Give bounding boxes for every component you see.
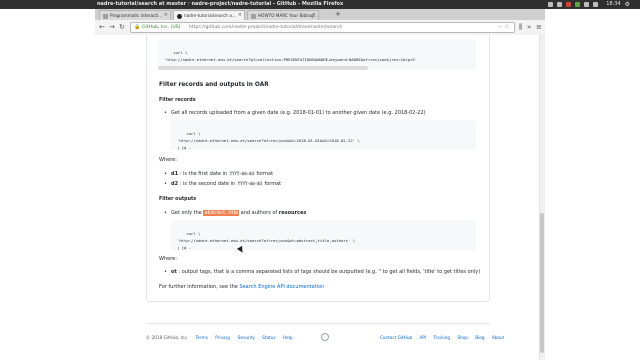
system-tray: 18:34 ⚙ [548, 0, 630, 9]
footer-link-security[interactable]: Security [238, 335, 255, 340]
param-name: d1 [171, 171, 179, 177]
search-api-docs-link[interactable]: Search Engine API documentation [239, 284, 324, 290]
page-scrollbar[interactable] [539, 35, 545, 360]
where-label: Where: [159, 157, 177, 163]
close-icon[interactable]: × [238, 11, 242, 20]
code-block-output-tags: curl \ 'http://nadre.ethernet.edu.et/sea… [171, 220, 476, 250]
code-block-date-range: curl \ 'http://nadre.ethernet.edu.et/sea… [171, 120, 476, 150]
new-tab-button[interactable]: + [335, 10, 341, 19]
footer-link-api[interactable]: API [419, 335, 426, 340]
param-text: : is the second date in [179, 181, 236, 187]
bookmark-star-icon[interactable]: ⋯☆ [498, 23, 511, 32]
close-icon[interactable]: × [164, 11, 168, 20]
footer-link-training[interactable]: Training [433, 335, 450, 340]
overflow-chevron-icon[interactable]: » [527, 23, 531, 32]
browser-chrome: Programmatic interacti... × nadre-tutori… [95, 9, 545, 35]
mail-icon[interactable] [557, 2, 563, 7]
list-item: d1 : is the first date in YYYY-mm-dd for… [164, 171, 274, 177]
volume-icon[interactable] [593, 2, 599, 7]
param-text: format [256, 171, 274, 177]
footer-divider [146, 323, 490, 324]
footer-link-status[interactable]: Status [262, 335, 275, 340]
footer-link-terms[interactable]: Terms [196, 335, 208, 340]
param-text: format [264, 181, 282, 187]
reload-icon[interactable]: ↻ [119, 23, 125, 32]
param-name: d2 [171, 181, 179, 187]
tab-favicon-icon [251, 13, 256, 19]
param-text: : is the first date in [179, 171, 228, 177]
further-info: For further information, see the Search … [159, 284, 324, 290]
gear-icon[interactable]: ⚙ [625, 0, 630, 9]
copyright: © 2018 GitHub, Inc. [146, 335, 189, 340]
list-item: Get all records uploaded from a given da… [164, 110, 426, 116]
scrollbar-thumb[interactable] [540, 213, 544, 353]
list-item: d2 : is the second date in YYYY-mm-dd fo… [164, 181, 282, 187]
window-title: nadre-tutorial/search at master · nadre-… [97, 1, 344, 7]
param-text: : output tags, that is a comma separated… [178, 269, 481, 275]
github-octocat-icon[interactable] [321, 333, 329, 341]
page-viewport: curl \ 'http://nadre.ethernet.edu.et/sea… [95, 35, 545, 360]
battery-icon[interactable] [584, 2, 590, 7]
github-icon [177, 13, 182, 19]
readme-container [146, 35, 490, 302]
alert-icon[interactable] [566, 2, 572, 7]
bullet-text: Get only the [171, 210, 202, 216]
list-item: Get only the abstract, title and authors… [164, 210, 307, 216]
bullet-bold-text: resources [278, 210, 307, 216]
further-text: For further information, see the [159, 284, 238, 290]
site-identity[interactable]: GitHub, Inc. (US) [142, 23, 180, 32]
footer-link-contact[interactable]: Contact GitHub [380, 335, 412, 340]
tab-nadre-search[interactable]: nadre-tutorial/search a... × [173, 10, 245, 20]
tab-howto-marc[interactable]: HOWTO MARC Your Bibliog... × [247, 10, 319, 20]
subheading-filter-records: Filter records [159, 98, 196, 103]
forward-icon[interactable]: → [109, 23, 115, 32]
code-scrollbar[interactable] [158, 66, 368, 70]
code-block-search-collection: curl \ 'http://nadre.ethernet.edu.et/sea… [158, 39, 476, 70]
tab-label: nadre-tutorial/search a... [184, 13, 236, 18]
footer-link-blog[interactable]: Blog [475, 335, 484, 340]
back-icon[interactable]: ← [99, 23, 105, 32]
close-icon[interactable]: × [312, 11, 316, 20]
tab-strip: Programmatic interacti... × nadre-tutori… [95, 9, 545, 20]
footer-link-help[interactable]: Help [283, 335, 293, 340]
footer-right: Contact GitHub API Training Shop Blog Ab… [380, 335, 504, 340]
code-text: curl \ 'http://nadre.ethernet.edu.et/sea… [177, 131, 360, 150]
footer-link-privacy[interactable]: Privacy [215, 335, 230, 340]
footer-link-about[interactable]: About [492, 335, 504, 340]
footer-left: © 2018 GitHub, Inc. Terms Privacy Securi… [146, 335, 293, 340]
bullet-text: Get all records uploaded from a given da… [171, 110, 426, 116]
tab-label: Programmatic interacti... [110, 13, 163, 18]
url-text[interactable]: https://github.com/nadre-project/nadre-t… [189, 23, 342, 32]
list-item: ot : output tags, that is a comma separa… [164, 269, 481, 275]
bullet-text: and authors of [240, 210, 278, 216]
tab-programmatic[interactable]: Programmatic interacti... × [99, 10, 171, 20]
footer-link-shop[interactable]: Shop [457, 335, 468, 340]
address-bar[interactable]: 🔒 GitHub, Inc. (US) https://github.com/n… [130, 22, 515, 33]
keyboard-icon[interactable] [548, 2, 554, 7]
tab-favicon-icon [103, 13, 108, 19]
where-label: Where: [159, 256, 177, 262]
date-format-code: YYYY-mm-dd [236, 181, 263, 186]
tab-label: HOWTO MARC Your Bibliog... [258, 13, 318, 18]
date-format-code: YYYY-mm-dd [228, 171, 255, 176]
window-titlebar: nadre-tutorial/search at master · nadre-… [0, 0, 640, 9]
section-title: Filter records and outputs in OAR [159, 82, 269, 88]
clock: 18:34 [606, 1, 621, 7]
code-text: curl \ 'http://nadre.ethernet.edu.et/sea… [177, 231, 356, 250]
network-icon[interactable] [575, 2, 581, 7]
lock-icon[interactable]: 🔒 [134, 23, 140, 32]
navigation-bar: ← → ↻ 🔒 GitHub, Inc. (US) https://github… [95, 20, 545, 35]
param-name: ot [171, 269, 177, 275]
subheading-filter-outputs: Filter outputs [159, 197, 197, 202]
hamburger-menu-icon[interactable]: ≡ [536, 23, 542, 32]
highlighted-text: abstract, title [203, 210, 240, 216]
library-icon[interactable]: ⫼ [519, 23, 522, 32]
